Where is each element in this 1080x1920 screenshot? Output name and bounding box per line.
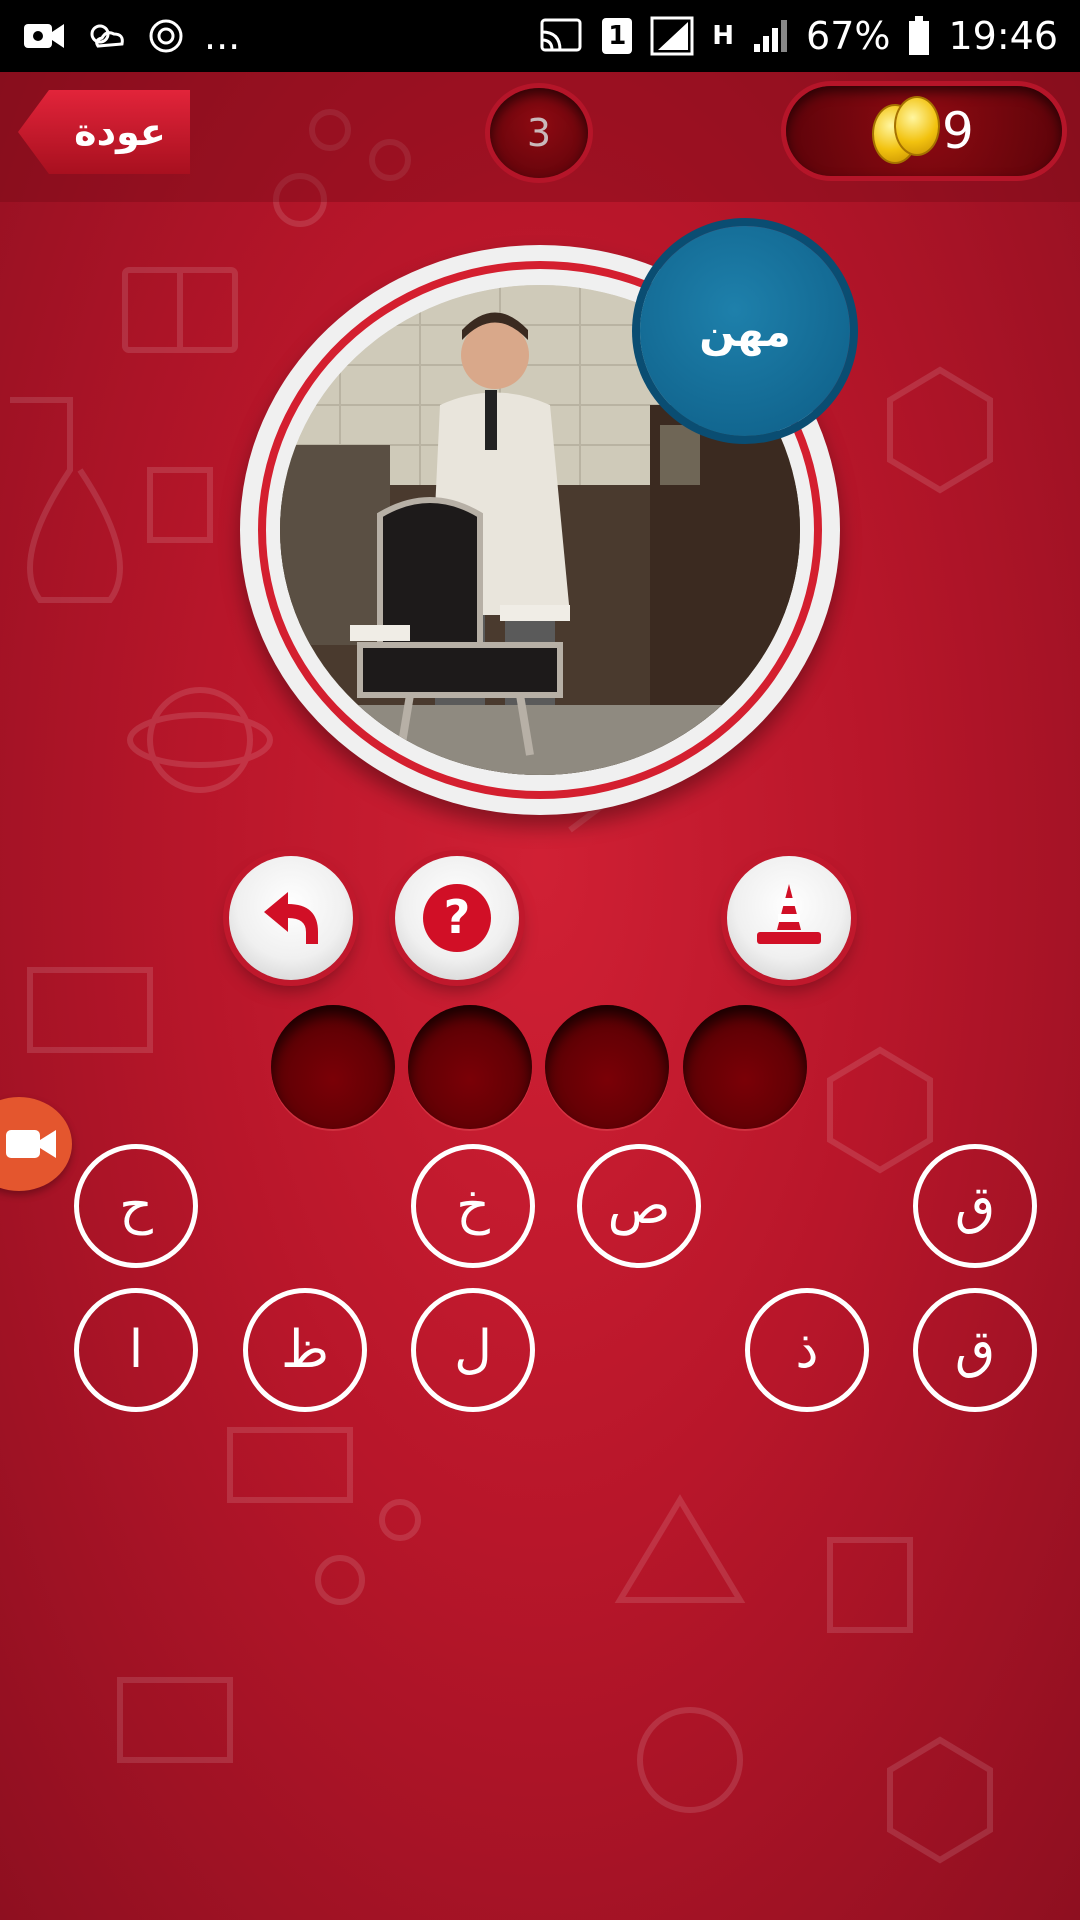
status-right: 1 H 67% 19:46 (538, 14, 1058, 58)
signal-strength-icon (754, 20, 788, 52)
video-camera-icon (6, 1130, 56, 1158)
status-more-dots: ... (204, 14, 241, 58)
question-icon: ? (423, 884, 491, 952)
coins-counter: 9 (786, 86, 1062, 176)
clock: 19:46 (948, 14, 1058, 58)
undo-arrow-icon (264, 892, 318, 944)
battery-icon (909, 16, 930, 55)
letter-tile[interactable]: ق (913, 1144, 1037, 1268)
sync-icon (149, 19, 183, 53)
category-badge: مهن (640, 226, 850, 436)
answer-slot[interactable] (683, 1005, 807, 1129)
svg-text:?: ? (444, 890, 471, 944)
answer-slot[interactable] (545, 1005, 669, 1129)
letter-tile[interactable]: ق (913, 1288, 1037, 1412)
hint-button[interactable]: ? (395, 856, 519, 980)
video-recorder-icon (24, 24, 64, 48)
sim-badge: 1 (602, 18, 633, 54)
cast-icon (540, 18, 582, 52)
back-label: عودة (74, 110, 166, 154)
answer-slot[interactable] (408, 1005, 532, 1129)
letter-tile[interactable]: ص (577, 1144, 701, 1268)
letter-tile[interactable]: ظ (243, 1288, 367, 1412)
status-left: ... (22, 14, 240, 58)
letter-tile[interactable]: ل (411, 1288, 535, 1412)
signal-icon (650, 16, 694, 56)
coin-icon (894, 96, 940, 156)
undo-button[interactable] (229, 856, 353, 980)
answer-slot[interactable] (271, 1005, 395, 1129)
network-type: H (712, 21, 735, 51)
weather-icon (90, 24, 124, 48)
status-bar: ... 1 H 67% 19:46 (0, 0, 1080, 72)
letter-tile[interactable]: ا (74, 1288, 198, 1412)
battery-percent: 67% (806, 14, 891, 58)
coin-count: 9 (942, 102, 974, 160)
back-button[interactable]: عودة (18, 90, 190, 174)
cone-icon (757, 884, 821, 944)
letter-tile[interactable]: خ (411, 1144, 535, 1268)
letter-tile[interactable]: ذ (745, 1288, 869, 1412)
remove-letters-button[interactable] (727, 856, 851, 980)
level-badge: 3 (490, 88, 588, 178)
letter-tile[interactable]: ح (74, 1144, 198, 1268)
